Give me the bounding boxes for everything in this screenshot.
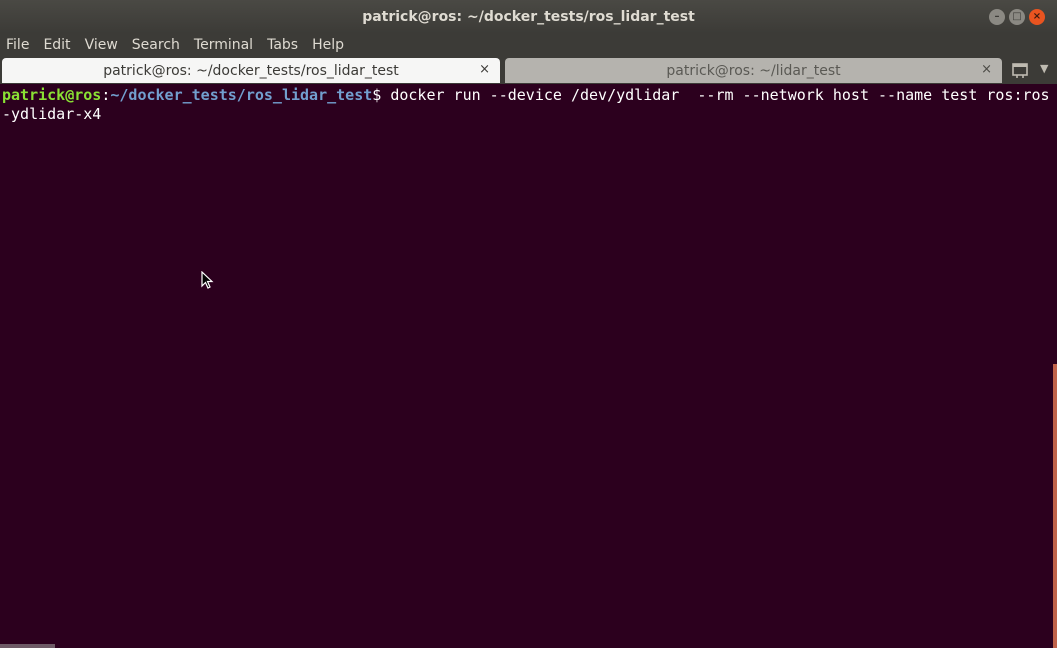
menu-help[interactable]: Help [306,37,352,53]
menu-edit[interactable]: Edit [37,37,78,53]
horizontal-scroll-indicator[interactable] [0,644,55,648]
prompt-path: ~/docker_tests/ros_lidar_test [110,86,373,104]
tab-label: patrick@ros: ~/lidar_test [666,62,841,79]
terminal-output[interactable]: patrick@ros:~/docker_tests/ros_lidar_tes… [0,84,1057,648]
menu-file[interactable]: File [0,37,37,53]
tab-close-icon[interactable]: × [981,62,992,77]
window-controls: – □ × [989,9,1045,25]
window-title: patrick@ros: ~/docker_tests/ros_lidar_te… [362,8,695,25]
tab-bar: patrick@ros: ~/docker_tests/ros_lidar_te… [0,57,1057,84]
prompt-end: $ [372,86,391,104]
tab-menu-chevron-down-icon[interactable]: ▼ [1040,62,1048,75]
maximize-button[interactable]: □ [1009,9,1025,25]
close-button[interactable]: × [1029,9,1045,25]
new-tab-icon[interactable] [1010,61,1030,79]
terminal-line-2: -ydlidar-x4 [2,105,102,123]
tab-close-icon[interactable]: × [479,62,490,77]
menu-search[interactable]: Search [126,37,188,53]
tab-lidar-test[interactable]: patrick@ros: ~/lidar_test × [505,58,1002,83]
tab-ros-lidar-test[interactable]: patrick@ros: ~/docker_tests/ros_lidar_te… [2,58,500,83]
terminal-window: patrick@ros: ~/docker_tests/ros_lidar_te… [0,0,1057,648]
minimize-button[interactable]: – [989,9,1005,25]
menu-bar: File Edit View Search Terminal Tabs Help [0,33,1057,57]
menu-terminal[interactable]: Terminal [188,37,261,53]
command-text: docker run --device /dev/ydlidar --rm --… [390,86,1050,104]
prompt-user: patrick@ros [2,86,102,104]
title-bar[interactable]: patrick@ros: ~/docker_tests/ros_lidar_te… [0,0,1057,33]
tab-label: patrick@ros: ~/docker_tests/ros_lidar_te… [103,62,399,79]
menu-view[interactable]: View [79,37,126,53]
vertical-scrollbar[interactable] [1053,364,1057,648]
mouse-pointer-icon [201,270,215,296]
menu-tabs[interactable]: Tabs [261,37,306,53]
terminal-line-1: patrick@ros:~/docker_tests/ros_lidar_tes… [2,86,1050,105]
